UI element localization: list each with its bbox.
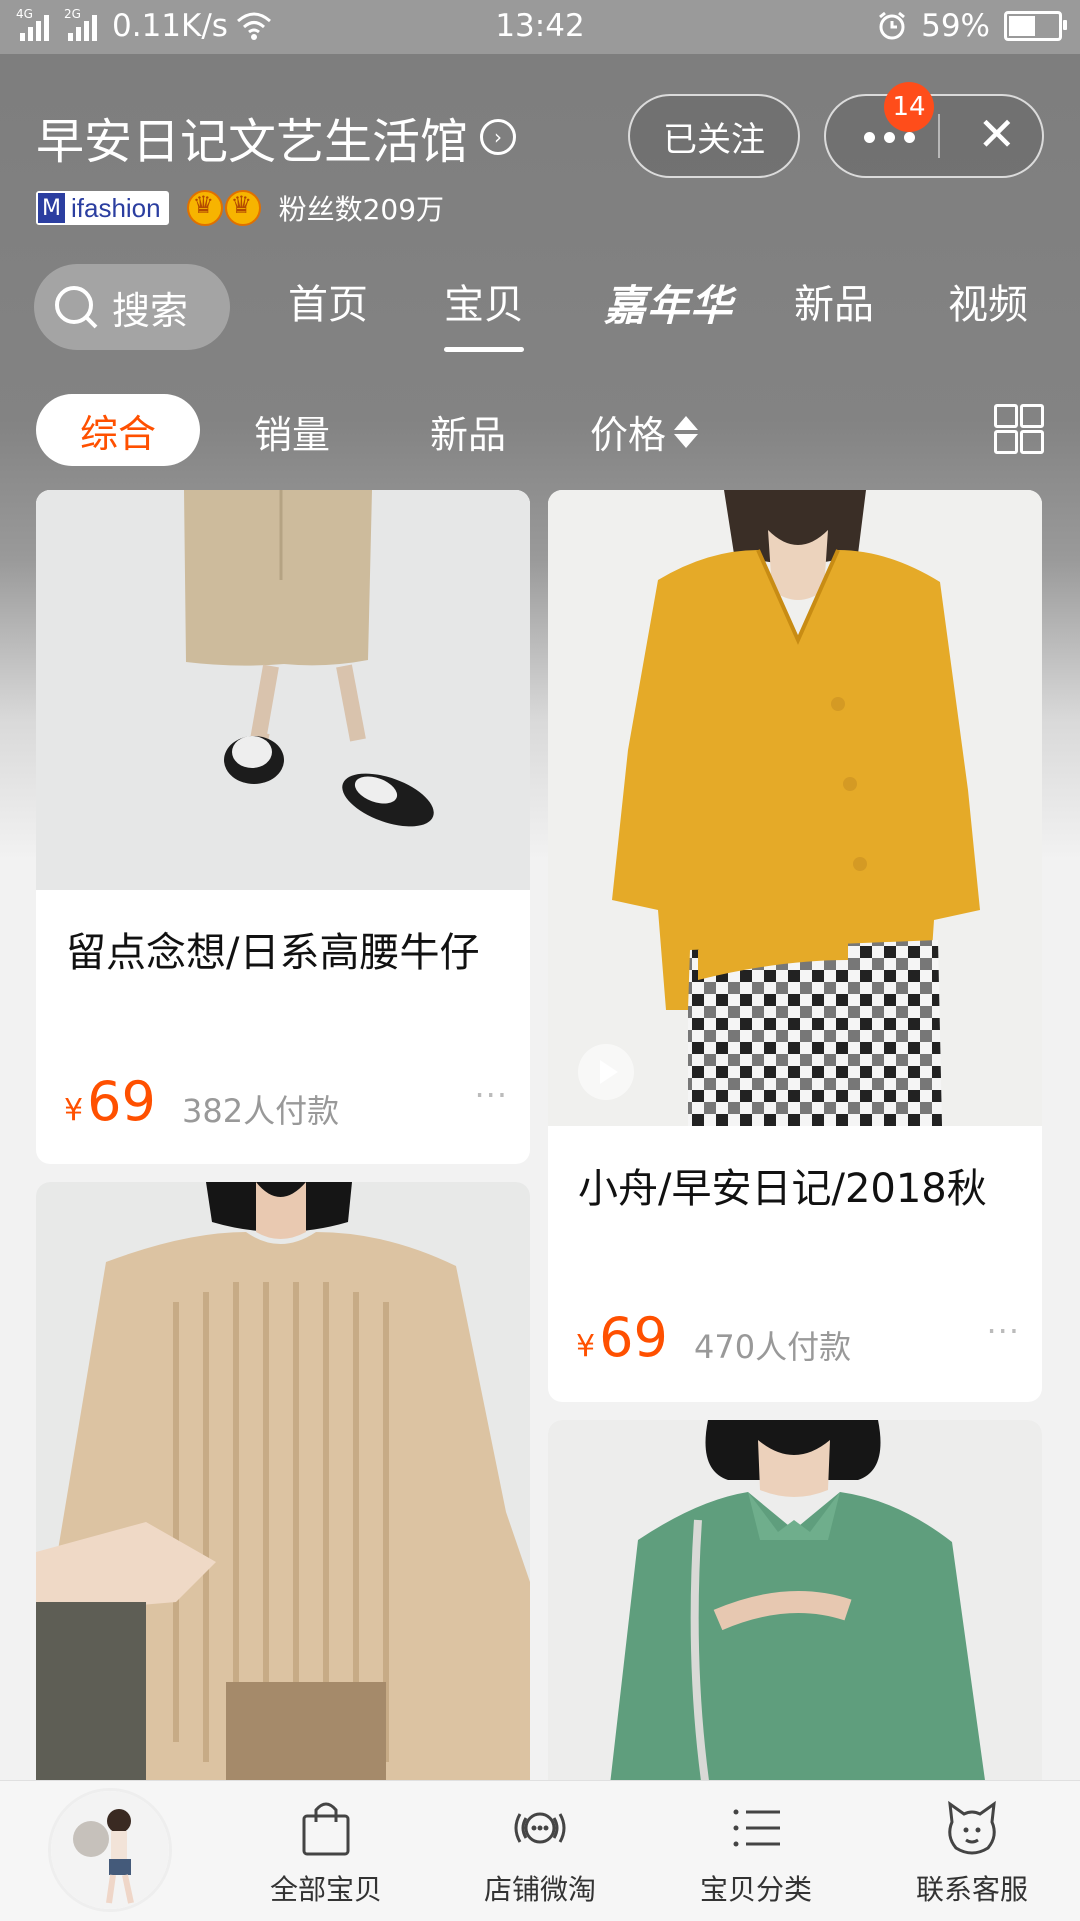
alarm-icon [879,11,906,40]
product-title: 小舟/早安日记/2018秋 [578,1166,987,1212]
follow-button[interactable]: 已关注 [628,94,800,178]
price-value: 69 [87,1070,156,1133]
list-icon [724,1796,788,1860]
tab-label: 全部宝贝 [269,1873,382,1906]
product-image [36,1182,530,1802]
more-options-icon[interactable]: ··· [986,1312,1020,1350]
grid-view-icon[interactable] [994,404,1044,454]
currency-symbol: ¥ [576,1329,596,1364]
product-price: ¥ 69 [576,1306,668,1369]
sold-count: 382人付款 [182,1092,340,1130]
tab-all-items[interactable]: 全部宝贝 [236,1796,416,1908]
product-card[interactable]: 小舟/早安日记/2018秋 ¥ 69 470人付款 ··· [548,490,1042,1402]
tab-label: 店铺微淘 [483,1873,596,1906]
tab-label: 宝贝分类 [699,1873,812,1906]
notification-badge: 14 [884,82,934,132]
tab-label: 联系客服 [915,1873,1028,1906]
tab-categories[interactable]: 宝贝分类 [666,1796,846,1908]
status-bar: 4G 2G 0.11K/s 13:42 59% [0,0,1080,54]
product-card[interactable]: 留点念想/日系高腰牛仔 ¥ 69 382人付款 ··· [36,490,530,1164]
sold-count: 470人付款 [694,1328,852,1366]
search-label: 搜索 [112,288,189,333]
more-options-icon[interactable]: ··· [474,1076,508,1114]
menu-capsule: ✕ [824,94,1044,178]
tab-customer-service[interactable]: 联系客服 [882,1796,1062,1908]
battery-fill [1009,16,1035,36]
tab-carnival[interactable]: 嘉年华 [604,272,733,333]
shop-title[interactable]: 早安日记文艺生活馆 › [36,102,517,172]
tab-items[interactable]: 宝贝 [444,272,524,352]
avatar[interactable] [48,1788,172,1912]
play-video-icon[interactable] [578,1044,634,1100]
search-icon [55,286,98,329]
product-card[interactable] [548,1420,1042,1802]
product-image [548,490,1042,1126]
brand-label: ifashion [70,192,161,223]
close-icon[interactable]: ✕ [977,104,1016,164]
search-button[interactable]: 搜索 [34,264,230,350]
status-right: 59% [877,8,1067,44]
shopping-bag-icon [294,1796,358,1860]
service-face-icon [940,1796,1004,1860]
battery-icon [1004,11,1067,41]
ifashion-logo: Mifashion [36,191,169,225]
tab-new[interactable]: 新品 [794,272,874,330]
broadcast-icon [508,1796,572,1860]
sort-arrows-icon [674,415,699,448]
sort-price-label: 价格 [590,413,667,457]
fans-count: 粉丝数209万 [278,193,445,226]
sort-overall[interactable]: 综合 [36,394,200,466]
sort-sales[interactable]: 销量 [254,404,330,459]
capsule-divider [938,114,940,158]
chevron-right-icon: › [480,119,517,155]
shop-meta: Mifashion 粉丝数209万 [36,188,444,228]
shop-rating-crowns [186,190,261,226]
crown-icon [186,190,223,226]
sort-new[interactable]: 新品 [430,404,506,459]
product-image [36,490,530,890]
tab-video[interactable]: 视频 [948,272,1028,330]
crown-icon [224,190,261,226]
currency-symbol: ¥ [64,1093,84,1128]
shop-name: 早安日记文艺生活馆 [36,114,469,170]
price-value: 69 [599,1306,668,1369]
tab-home[interactable]: 首页 [288,272,368,330]
battery-percent: 59% [921,8,990,44]
product-image [548,1420,1042,1802]
product-title: 留点念想/日系高腰牛仔 [66,930,480,976]
product-card[interactable] [36,1182,530,1802]
product-price: ¥ 69 [64,1070,156,1133]
sort-price[interactable]: 价格 [590,404,699,459]
tab-weitao[interactable]: 店铺微淘 [450,1796,630,1908]
